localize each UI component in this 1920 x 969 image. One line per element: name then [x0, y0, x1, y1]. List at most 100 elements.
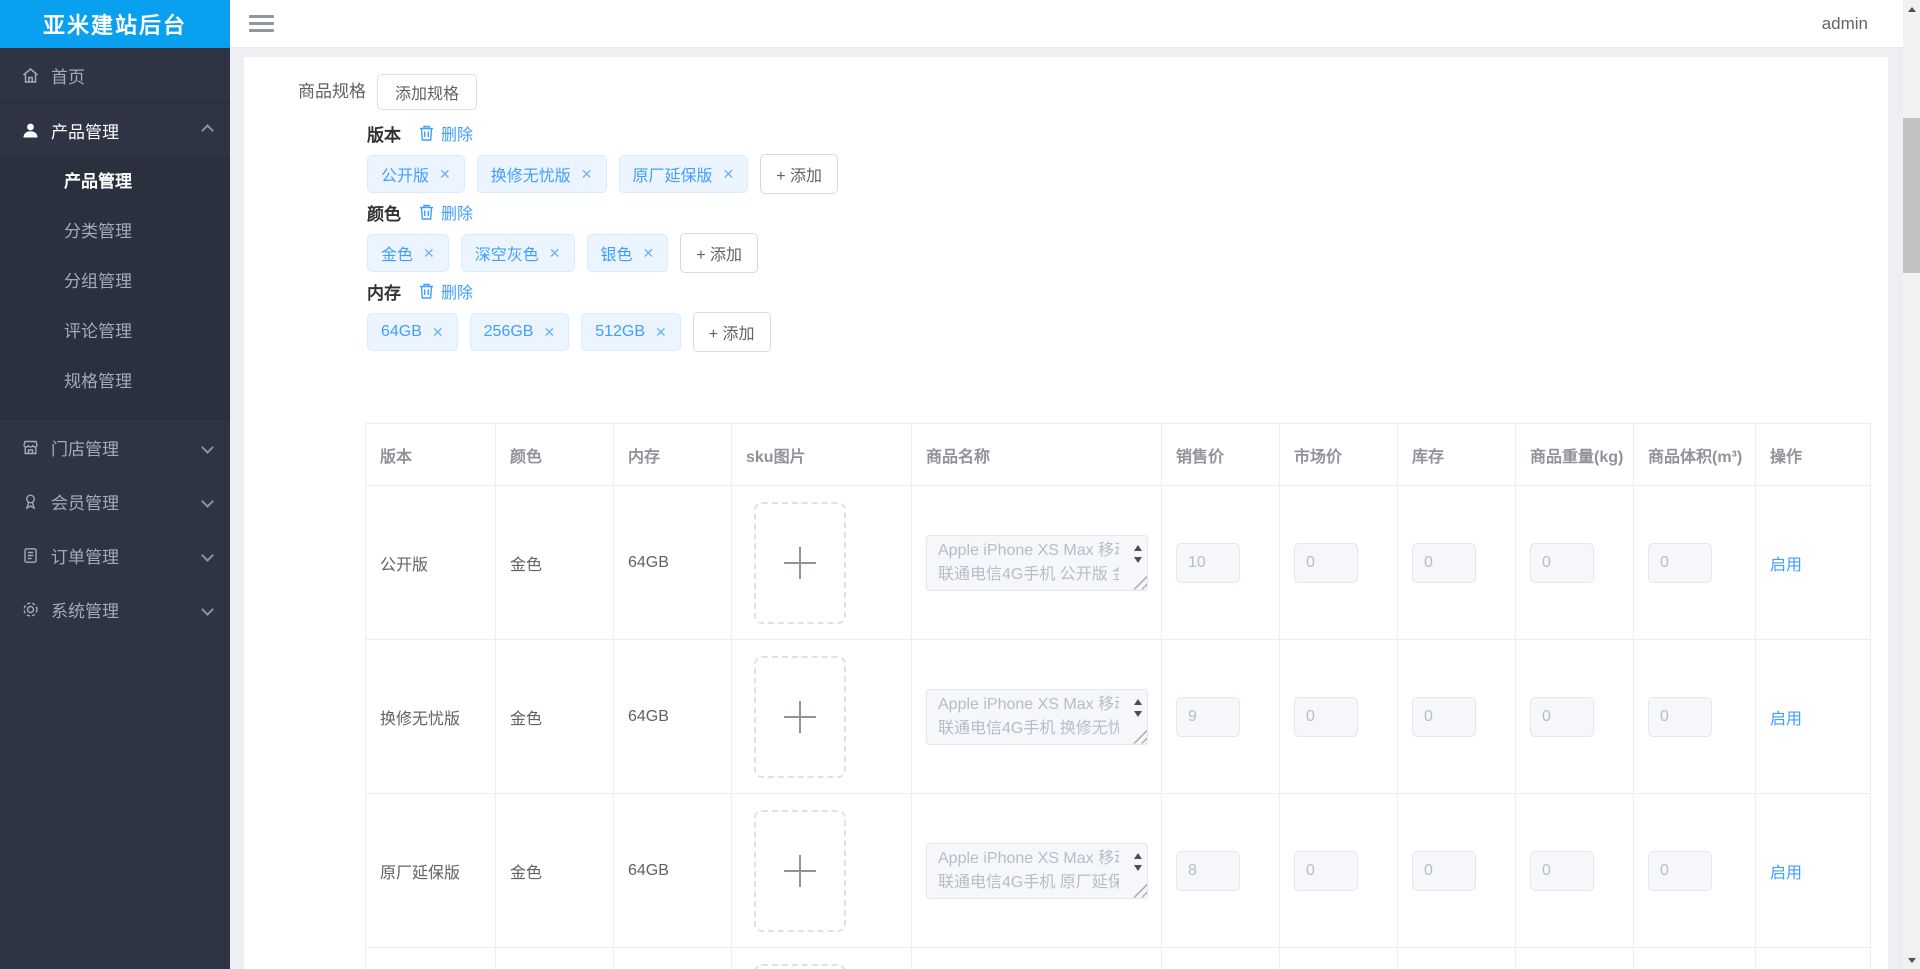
- tag-close-icon[interactable]: ✕: [549, 245, 561, 262]
- sidebar-item-system[interactable]: 系统管理: [0, 582, 230, 636]
- product-submenu: 产品管理 分类管理 分组管理 评论管理 规格管理: [0, 157, 230, 419]
- page-scrollbar[interactable]: [1903, 0, 1920, 969]
- volume-input[interactable]: 0: [1648, 850, 1712, 891]
- sidebar-subitem-product[interactable]: 产品管理: [0, 157, 230, 207]
- image-upload-box[interactable]: [754, 963, 846, 969]
- col-header-action: 操作: [1755, 423, 1871, 486]
- cell-stock: 0: [1397, 639, 1516, 794]
- product-name-textarea[interactable]: Apple iPhone XS Max 移动 联通电信4G手机 原厂延保: [926, 842, 1148, 899]
- table-row: 换修无忧版 金色 64GB Apple iPhone XS Max 移动 联通电…: [365, 639, 1871, 794]
- sale-price-input[interactable]: 9: [1176, 696, 1240, 737]
- product-name-text: Apple iPhone XS Max 移动: [938, 541, 1119, 559]
- scrollbar-thumb[interactable]: [1903, 118, 1920, 273]
- stock-input[interactable]: 0: [1412, 850, 1476, 891]
- enable-link[interactable]: 启用: [1770, 865, 1802, 882]
- add-spec-button[interactable]: 添加规格: [377, 74, 478, 110]
- tag-close-icon[interactable]: ✕: [723, 166, 735, 183]
- tag-close-icon[interactable]: ✕: [655, 324, 667, 341]
- sale-price-input[interactable]: 8: [1176, 850, 1240, 891]
- scrollbar-up-icon[interactable]: [1903, 0, 1920, 17]
- product-name-textarea[interactable]: Apple iPhone XS Max 移动 联通电信4G手机 换修无忧: [926, 688, 1148, 745]
- image-upload-box[interactable]: [754, 809, 846, 932]
- user-menu[interactable]: admin: [1822, 0, 1868, 48]
- scroll-down-icon[interactable]: [1133, 864, 1142, 875]
- spec-tag-label: 金色: [381, 247, 414, 264]
- cell-stock: [1397, 947, 1516, 969]
- market-price-input[interactable]: 0: [1294, 542, 1358, 583]
- cell-sku-image: [731, 639, 912, 794]
- spec-card: 商品规格 添加规格 版本 删除 公开版 ✕ 换修无忧版 ✕ 原厂延保版 ✕ + …: [244, 57, 1888, 969]
- trash-icon[interactable]: [418, 124, 435, 142]
- stock-input[interactable]: 0: [1412, 542, 1476, 583]
- sidebar-subitem-spec[interactable]: 规格管理: [0, 357, 230, 407]
- weight-input[interactable]: 0: [1530, 850, 1594, 891]
- cell-volume: 0: [1633, 639, 1756, 794]
- spec-tag-label: 公开版: [381, 168, 430, 185]
- trash-icon[interactable]: [418, 282, 435, 300]
- market-price-input[interactable]: 0: [1294, 696, 1358, 737]
- tag-close-icon[interactable]: ✕: [423, 245, 435, 262]
- add-tag-button[interactable]: + 添加: [760, 154, 839, 194]
- cell-weight: 0: [1515, 639, 1634, 794]
- trash-icon[interactable]: [418, 203, 435, 221]
- spec-group-name: 内存: [367, 283, 401, 303]
- spec-tag: 64GB ✕: [367, 313, 458, 351]
- spec-tag: 金色 ✕: [367, 234, 449, 272]
- volume-input[interactable]: 0: [1648, 696, 1712, 737]
- tag-close-icon[interactable]: ✕: [581, 166, 593, 183]
- spec-group-name: 版本: [367, 125, 401, 145]
- cell-version: 原厂延保版: [365, 793, 496, 948]
- weight-input[interactable]: 0: [1530, 542, 1594, 583]
- scroll-up-icon[interactable]: [1133, 849, 1142, 859]
- enable-link[interactable]: 启用: [1770, 557, 1802, 574]
- sidebar-subitem-group[interactable]: 分组管理: [0, 257, 230, 307]
- product-name-textarea[interactable]: Apple iPhone XS Max 移动 联通电信4G手机 公开版 金: [926, 534, 1148, 591]
- volume-input[interactable]: 0: [1648, 542, 1712, 583]
- scroll-up-icon[interactable]: [1133, 695, 1142, 705]
- sidebar-item-member[interactable]: 会员管理: [0, 474, 230, 528]
- add-tag-button[interactable]: + 添加: [692, 312, 771, 352]
- col-header-volume: 商品体积(m³): [1633, 423, 1756, 486]
- add-tag-button[interactable]: + 添加: [680, 233, 759, 273]
- spec-group-title: 版本 删除: [367, 121, 838, 145]
- spec-groups: 版本 删除 公开版 ✕ 换修无忧版 ✕ 原厂延保版 ✕ + 添加 颜色 删除 金…: [367, 121, 839, 359]
- col-header-version: 版本: [365, 423, 496, 486]
- cell-market-price: 0: [1279, 793, 1398, 948]
- delete-spec-link[interactable]: 删除: [441, 121, 473, 145]
- image-upload-box[interactable]: [754, 655, 846, 778]
- scroll-up-icon[interactable]: [1133, 541, 1142, 551]
- table-row: 公开版 金色 64GB Apple iPhone XS Max 移动 联通电信4…: [365, 485, 1871, 640]
- sidebar-subitem-comment[interactable]: 评论管理: [0, 307, 230, 357]
- weight-input[interactable]: 0: [1530, 696, 1594, 737]
- hamburger-icon[interactable]: [249, 15, 274, 32]
- spec-tag: 原厂延保版 ✕: [618, 155, 749, 193]
- col-header-weight: 商品重量(kg): [1515, 423, 1634, 486]
- tag-close-icon[interactable]: ✕: [439, 166, 451, 183]
- tag-close-icon[interactable]: ✕: [643, 245, 655, 262]
- delete-spec-link[interactable]: 删除: [441, 200, 473, 224]
- tag-close-icon[interactable]: ✕: [543, 324, 555, 341]
- market-price-input[interactable]: 0: [1294, 850, 1358, 891]
- spec-tags-row: 公开版 ✕ 换修无忧版 ✕ 原厂延保版 ✕ + 添加: [367, 154, 839, 194]
- scroll-down-icon[interactable]: [1133, 710, 1142, 721]
- sidebar-item-order[interactable]: 订单管理: [0, 528, 230, 582]
- cell-sale-price: 10: [1161, 485, 1280, 640]
- sidebar-item-home[interactable]: 首页: [0, 48, 230, 102]
- cell-version: 公开版: [365, 485, 496, 640]
- spec-tag-label: 银色: [600, 247, 633, 264]
- stock-input[interactable]: 0: [1412, 696, 1476, 737]
- scrollbar-down-icon[interactable]: [1903, 952, 1920, 969]
- tag-close-icon[interactable]: ✕: [432, 324, 444, 341]
- sidebar-item-store[interactable]: 门店管理: [0, 420, 230, 474]
- col-header-memory: 内存: [613, 423, 732, 486]
- chevron-down-icon: [201, 491, 214, 511]
- scroll-down-icon[interactable]: [1133, 556, 1142, 567]
- enable-link[interactable]: 启用: [1770, 711, 1802, 728]
- product-name-text: Apple iPhone XS Max 移动: [938, 695, 1119, 713]
- sale-price-input[interactable]: 10: [1176, 542, 1240, 583]
- delete-spec-link[interactable]: 删除: [441, 279, 473, 303]
- sidebar-subitem-category[interactable]: 分类管理: [0, 207, 230, 257]
- sidebar-item-product[interactable]: 产品管理: [0, 103, 230, 157]
- sidebar-item-label: 系统管理: [51, 601, 119, 621]
- image-upload-box[interactable]: [754, 501, 846, 624]
